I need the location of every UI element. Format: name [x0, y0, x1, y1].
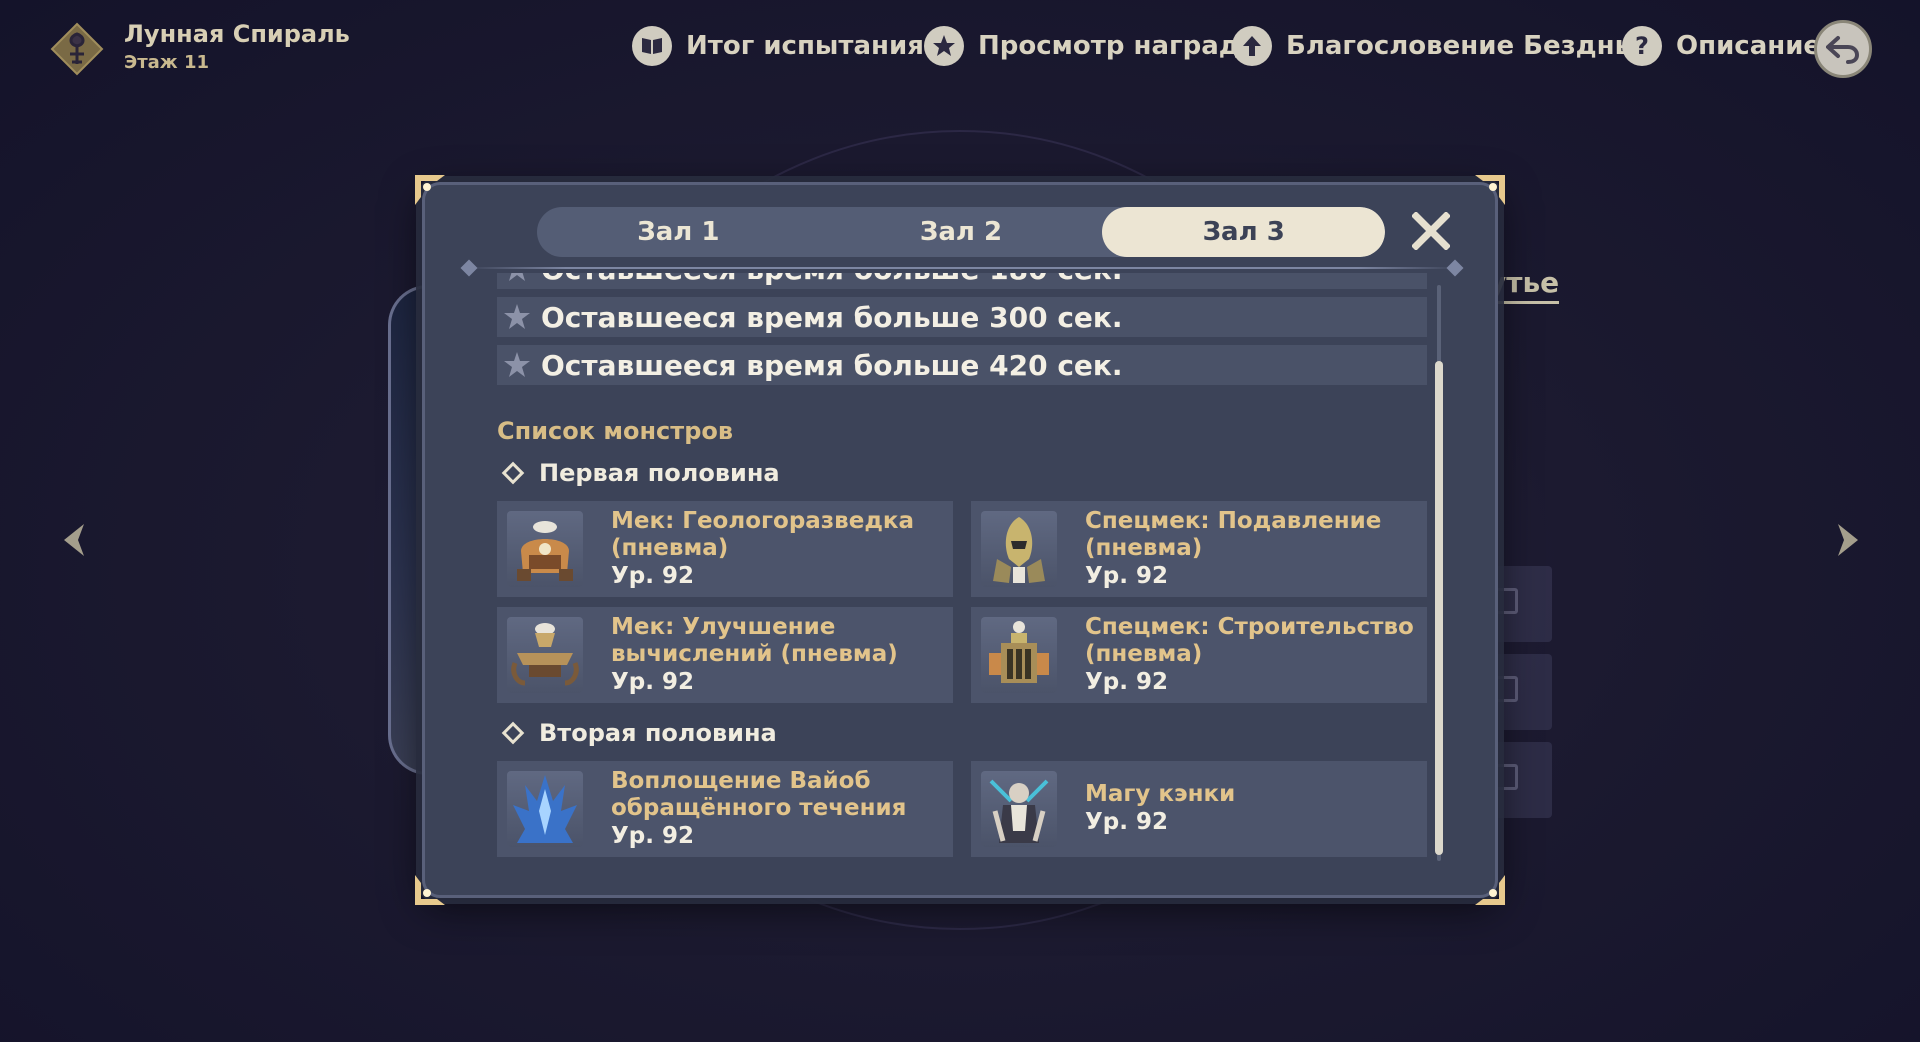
spiral-abyss-emblem-icon: [50, 22, 104, 76]
corner-ornament-icon: [415, 875, 445, 905]
mek-geological-survey-icon: [517, 521, 573, 581]
nav-view-rewards[interactable]: Просмотр наград: [924, 26, 1240, 66]
chamber-tabs: Зал 1 Зал 2 Зал 3: [537, 207, 1385, 257]
tab-chamber-2[interactable]: Зал 2: [820, 207, 1103, 257]
monster-name: (пневма): [611, 534, 729, 561]
monster-portrait: [981, 511, 1057, 587]
monster-name: Мек: Геологоразведка: [611, 507, 915, 534]
star-condition-text: Оставшееся время больше 180 сек.: [541, 273, 1123, 286]
monster-name: (пневма): [1085, 640, 1203, 667]
diamond-icon: [501, 461, 525, 485]
upward-arrow-icon: [1232, 26, 1272, 66]
monster-name: (пневма): [1085, 534, 1203, 561]
maguu-kenki-icon: [989, 779, 1049, 843]
monster-level: Ур. 92: [611, 822, 694, 849]
wayob-manifestation-icon: [513, 775, 577, 843]
monster-name: Воплощение Вайоб: [611, 767, 871, 794]
mek-computation-icon: [511, 623, 579, 686]
divider-ornament: [460, 259, 478, 277]
monster-portrait: [981, 617, 1057, 693]
monster-portrait: [981, 771, 1057, 847]
nav-abyss-blessing[interactable]: Благословение Бездны: [1232, 26, 1638, 66]
monster-level: Ур. 92: [611, 668, 694, 695]
corner-ornament-icon: [1475, 875, 1505, 905]
monster-name: Спецмек: Строительство: [1085, 613, 1414, 640]
floor-label: Этаж 11: [124, 52, 210, 73]
corner-ornament-icon: [1475, 175, 1505, 205]
chamber-details-scroll-area[interactable]: Оставшееся время больше 180 сек. Оставше…: [497, 273, 1427, 883]
monster-name: вычислений (пневма): [611, 640, 898, 667]
star-condition-row: Оставшееся время больше 300 сек.: [497, 297, 1427, 337]
monster-level: Ур. 92: [1085, 562, 1168, 589]
star-condition-row: Оставшееся время больше 180 сек.: [497, 273, 1427, 289]
back-button[interactable]: [1814, 20, 1872, 78]
nav-description[interactable]: ? Описание: [1622, 26, 1821, 66]
monster-portrait: [507, 771, 583, 847]
top-bar: Лунная Спираль Этаж 11 Итог испытания Пр…: [0, 0, 1920, 96]
next-floor-arrow-icon[interactable]: [1826, 520, 1866, 560]
book-icon: [632, 26, 672, 66]
scrollbar-thumb[interactable]: [1435, 361, 1443, 855]
chamber-details-dialog: Зал 1 Зал 2 Зал 3 Оставшееся время больш…: [415, 175, 1505, 905]
mek-suppression-icon: [993, 517, 1045, 583]
monster-level: Ур. 92: [1085, 668, 1168, 695]
close-icon: [1412, 212, 1450, 250]
first-half-heading: Первая половина: [499, 459, 780, 487]
background-chamber-label: утье: [1488, 266, 1560, 304]
monster-level: Ур. 92: [1085, 809, 1168, 835]
mek-construction-icon: [989, 621, 1049, 683]
back-arrow-icon: [1826, 36, 1860, 64]
page-title: Лунная Спираль: [124, 20, 350, 48]
monster-card[interactable]: Мек: Геологоразведка (пневма) Ур. 92: [497, 501, 953, 597]
monster-card[interactable]: Спецмек: Подавление (пневма) Ур. 92: [971, 501, 1427, 597]
divider-ornament: [1446, 259, 1464, 277]
tab-chamber-1[interactable]: Зал 1: [537, 207, 820, 257]
nav-challenge-summary[interactable]: Итог испытания: [632, 26, 924, 66]
corner-ornament-icon: [415, 175, 445, 205]
nav-description-label: Описание: [1676, 31, 1822, 61]
monster-card[interactable]: Воплощение Вайоб обращённого течения Ур.…: [497, 761, 953, 857]
abyss-star-icon: [509, 273, 525, 281]
star-badge-icon: [924, 26, 964, 66]
second-half-label: Вторая половина: [539, 719, 777, 747]
monster-level: Ур. 92: [611, 562, 694, 589]
monster-card[interactable]: Мек: Улучшение вычислений (пневма) Ур. 9…: [497, 607, 953, 703]
diamond-icon: [501, 721, 525, 745]
divider: [467, 267, 1457, 269]
monster-portrait: [507, 511, 583, 587]
tab-chamber-3[interactable]: Зал 3: [1102, 207, 1385, 257]
question-mark-icon: ?: [1622, 26, 1662, 66]
monster-card[interactable]: Спецмек: Строительство (пневма) Ур. 92: [971, 607, 1427, 703]
monster-card[interactable]: Магу кэнки Ур. 92: [971, 761, 1427, 857]
star-condition-text: Оставшееся время больше 300 сек.: [541, 300, 1123, 334]
close-button[interactable]: [1409, 209, 1453, 253]
monster-list-heading: Список монстров: [497, 417, 734, 445]
star-condition-text: Оставшееся время больше 420 сек.: [541, 348, 1123, 382]
first-half-label: Первая половина: [539, 459, 780, 487]
nav-challenge-summary-label: Итог испытания: [686, 31, 924, 61]
star-condition-row: Оставшееся время больше 420 сек.: [497, 345, 1427, 385]
nav-abyss-blessing-label: Благословение Бездны: [1286, 31, 1639, 61]
monster-portrait: [507, 617, 583, 693]
abyss-star-icon: [504, 352, 530, 377]
nav-view-rewards-label: Просмотр наград: [978, 31, 1240, 61]
second-half-heading: Вторая половина: [499, 719, 777, 747]
previous-floor-arrow-icon[interactable]: [56, 520, 96, 560]
monster-name: обращённого течения: [611, 794, 907, 821]
monster-name: Магу кэнки: [1085, 781, 1236, 807]
monster-name: Мек: Улучшение: [611, 613, 836, 640]
abyss-star-icon: [504, 304, 530, 329]
monster-name: Спецмек: Подавление: [1085, 507, 1382, 534]
